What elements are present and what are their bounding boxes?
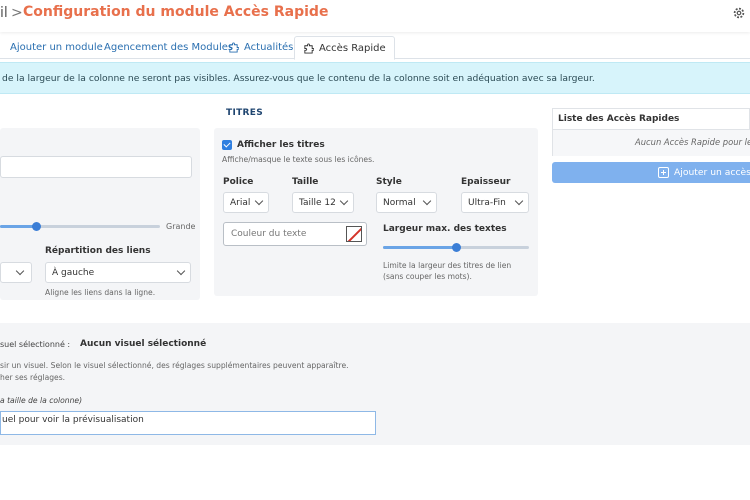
left-select[interactable]: [0, 262, 32, 283]
show-titles-help: Affiche/masque le texte sous les icônes.: [222, 155, 375, 164]
page-header: il > Configuration du module Accès Rapid…: [0, 0, 750, 32]
repartition-select[interactable]: À gauche: [45, 262, 191, 283]
tab-agencement-modules[interactable]: Agencement des Modules: [104, 36, 233, 59]
alert-text: de la largeur de la colonne ne seront pa…: [2, 72, 595, 84]
visual-size-note: a taille de la colonne): [0, 396, 83, 405]
slider-fill: [383, 246, 456, 249]
police-select[interactable]: Arial: [223, 192, 269, 213]
style-select[interactable]: Normal: [376, 192, 437, 213]
chevron-down-icon: [422, 196, 432, 205]
tab-acces-rapide[interactable]: Accès Rapide: [294, 36, 395, 60]
slider-thumb[interactable]: [31, 222, 41, 231]
taille-value: Taille 12: [299, 197, 336, 208]
plus-icon: [658, 167, 669, 178]
module-tabs: Ajouter un module Agencement des Modules…: [0, 36, 750, 60]
max-width-help: Limite la largeur des titres de lien (sa…: [383, 261, 512, 281]
tab-ajouter-module[interactable]: Ajouter un module: [10, 36, 103, 59]
add-quick-access-label: Ajouter un accès ra: [674, 167, 750, 178]
text-color-input[interactable]: Couleur du texte: [223, 222, 367, 246]
gear-icon[interactable]: [732, 6, 746, 20]
show-titles-checkbox[interactable]: [222, 140, 232, 150]
add-quick-access-button[interactable]: Ajouter un accès ra: [552, 162, 750, 183]
visual-help-line2: her ses réglages.: [0, 373, 66, 382]
section-title-titres: TITRES: [226, 108, 263, 118]
taille-label: Taille: [292, 177, 319, 187]
tab-label: Ajouter un module: [10, 42, 103, 53]
tab-label: Accès Rapide: [319, 42, 386, 54]
preview-field[interactable]: uel pour voir la prévisualisation: [0, 411, 376, 435]
no-color-icon[interactable]: [346, 226, 362, 242]
quick-access-list-title: Liste des Accès Rapides: [553, 109, 750, 130]
repartition-value: À gauche: [52, 267, 95, 278]
visual-selected-value: Aucun visuel sélectionné: [80, 339, 207, 349]
quick-access-list: Liste des Accès Rapides Aucun Accès Rapi…: [552, 108, 750, 156]
police-label: Police: [223, 177, 254, 187]
puzzle-icon: [304, 42, 314, 54]
show-titles-label: Afficher les titres: [237, 140, 325, 150]
visual-help-line1: sir un visuel. Selon le visuel sélection…: [0, 361, 349, 370]
epaisseur-select[interactable]: Ultra-Fin: [461, 192, 529, 213]
max-width-label: Largeur max. des textes: [383, 224, 507, 234]
epaisseur-value: Ultra-Fin: [468, 197, 506, 208]
tab-label: Agencement des Modules: [104, 42, 234, 53]
chevron-down-icon: [254, 196, 264, 205]
repartition-help: Aligne les liens dans la ligne.: [45, 288, 156, 297]
tab-label: Actualités: [244, 42, 294, 53]
chevron-down-icon: [339, 196, 349, 205]
max-width-slider[interactable]: [383, 243, 529, 252]
tab-actualites[interactable]: Actualités: [228, 36, 293, 59]
slider-thumb[interactable]: [451, 243, 461, 252]
slider-end-label: Grande: [166, 222, 196, 231]
taille-select[interactable]: Taille 12: [292, 192, 354, 213]
police-value: Arial: [230, 197, 251, 208]
style-value: Normal: [383, 197, 416, 208]
text-color-placeholder: Couleur du texte: [231, 229, 307, 239]
epaisseur-label: Epaisseur: [461, 177, 511, 187]
size-slider[interactable]: [0, 222, 160, 231]
slider-fill: [0, 225, 36, 228]
puzzle-icon: [229, 42, 239, 53]
page-title: Configuration du module Accès Rapide: [23, 4, 329, 20]
style-label: Style: [376, 177, 402, 187]
chevron-down-icon: [15, 266, 25, 275]
preview-text: uel pour voir la prévisualisation: [2, 415, 144, 425]
breadcrumb-separator: >: [11, 5, 23, 21]
chevron-down-icon: [514, 196, 524, 205]
quick-access-empty: Aucun Accès Rapide pour le m: [553, 130, 750, 156]
info-alert: de la largeur de la colonne ne seront pa…: [0, 62, 750, 94]
chevron-down-icon: [176, 266, 186, 275]
settings-input[interactable]: [0, 156, 192, 178]
breadcrumb-link[interactable]: il: [0, 5, 8, 21]
visual-selected-label: suel sélectionné :: [0, 340, 71, 349]
repartition-label: Répartition des liens: [45, 246, 151, 256]
